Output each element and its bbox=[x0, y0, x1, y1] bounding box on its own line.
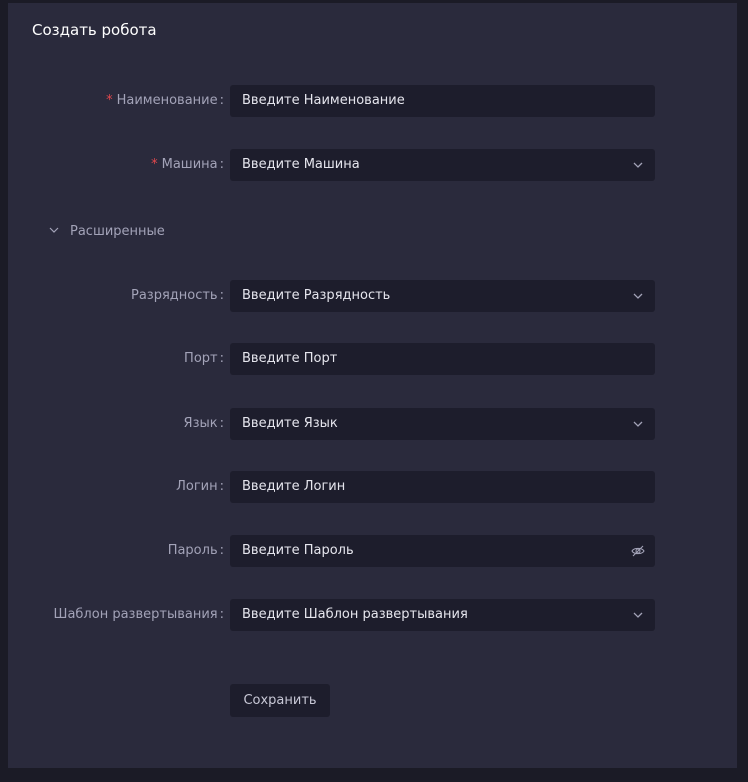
language-label-text: Язык bbox=[183, 416, 218, 431]
advanced-section-label: Расширенные bbox=[70, 224, 165, 239]
form-row-port: Порт: Введите Порт bbox=[8, 343, 737, 375]
form-row-name: * Наименование: Введите Наименование bbox=[8, 85, 737, 117]
deploy-template-label-text: Шаблон развертывания bbox=[53, 607, 218, 622]
chevron-down-icon bbox=[633, 612, 643, 618]
eye-off-icon[interactable] bbox=[631, 544, 645, 558]
save-button[interactable]: Сохранить bbox=[230, 684, 330, 717]
bitness-select[interactable]: Введите Разрядность bbox=[230, 280, 655, 312]
deploy-template-select-placeholder: Введите Шаблон развертывания bbox=[242, 607, 468, 622]
label-colon: : bbox=[219, 607, 224, 622]
language-select-placeholder: Введите Язык bbox=[242, 416, 338, 431]
port-label-text: Порт bbox=[184, 351, 218, 366]
form-row-password: Пароль: Введите Пароль bbox=[8, 535, 737, 567]
form-row-bitness: Разрядность: Введите Разрядность bbox=[8, 280, 737, 312]
password-input-placeholder: Введите Пароль bbox=[242, 543, 354, 558]
deploy-template-label: Шаблон развертывания: bbox=[54, 599, 224, 631]
label-colon: : bbox=[219, 157, 224, 172]
label-colon: : bbox=[219, 93, 224, 108]
form-row-deploy-template: Шаблон развертывания: Введите Шаблон раз… bbox=[8, 599, 737, 631]
login-input[interactable]: Введите Логин bbox=[230, 471, 655, 503]
name-label-text: Наименование bbox=[116, 93, 218, 108]
password-label-text: Пароль bbox=[167, 543, 218, 558]
form-row-language: Язык: Введите Язык bbox=[8, 408, 737, 440]
password-label: Пароль: bbox=[168, 535, 224, 567]
label-colon: : bbox=[219, 543, 224, 558]
page-title: Создать робота bbox=[32, 21, 157, 39]
form-row-login: Логин: Введите Логин bbox=[8, 471, 737, 503]
name-label: * Наименование: bbox=[106, 85, 224, 117]
name-input-placeholder: Введите Наименование bbox=[242, 93, 405, 108]
form-row-machine: * Машина: Введите Машина bbox=[8, 149, 737, 181]
bitness-label-text: Разрядность bbox=[130, 288, 218, 303]
label-colon: : bbox=[219, 351, 224, 366]
chevron-down-icon bbox=[49, 227, 59, 233]
machine-label: * Машина: bbox=[151, 149, 224, 181]
language-label: Язык: bbox=[184, 408, 224, 440]
login-input-placeholder: Введите Логин bbox=[242, 479, 346, 494]
bitness-label: Разрядность: bbox=[131, 280, 224, 312]
required-marker: * bbox=[106, 93, 113, 108]
login-label-text: Логин bbox=[176, 479, 218, 494]
name-input[interactable]: Введите Наименование bbox=[230, 85, 655, 117]
label-colon: : bbox=[219, 288, 224, 303]
machine-select-placeholder: Введите Машина bbox=[242, 157, 360, 172]
password-input[interactable]: Введите Пароль bbox=[230, 535, 655, 567]
chevron-down-icon bbox=[633, 293, 643, 299]
advanced-section-toggle[interactable]: Расширенные bbox=[48, 222, 165, 242]
port-label: Порт: bbox=[184, 343, 224, 375]
chevron-down-icon bbox=[633, 162, 643, 168]
port-input[interactable]: Введите Порт bbox=[230, 343, 655, 375]
machine-select[interactable]: Введите Машина bbox=[230, 149, 655, 181]
login-label: Логин: bbox=[176, 471, 224, 503]
port-input-placeholder: Введите Порт bbox=[242, 351, 338, 366]
required-marker: * bbox=[151, 157, 158, 172]
language-select[interactable]: Введите Язык bbox=[230, 408, 655, 440]
deploy-template-select[interactable]: Введите Шаблон развертывания bbox=[230, 599, 655, 631]
machine-label-text: Машина bbox=[161, 157, 218, 172]
chevron-down-icon bbox=[633, 421, 643, 427]
label-colon: : bbox=[219, 416, 224, 431]
bitness-select-placeholder: Введите Разрядность bbox=[242, 288, 391, 303]
label-colon: : bbox=[219, 479, 224, 494]
create-robot-panel: Создать робота * Наименование: Введите На… bbox=[8, 3, 737, 768]
